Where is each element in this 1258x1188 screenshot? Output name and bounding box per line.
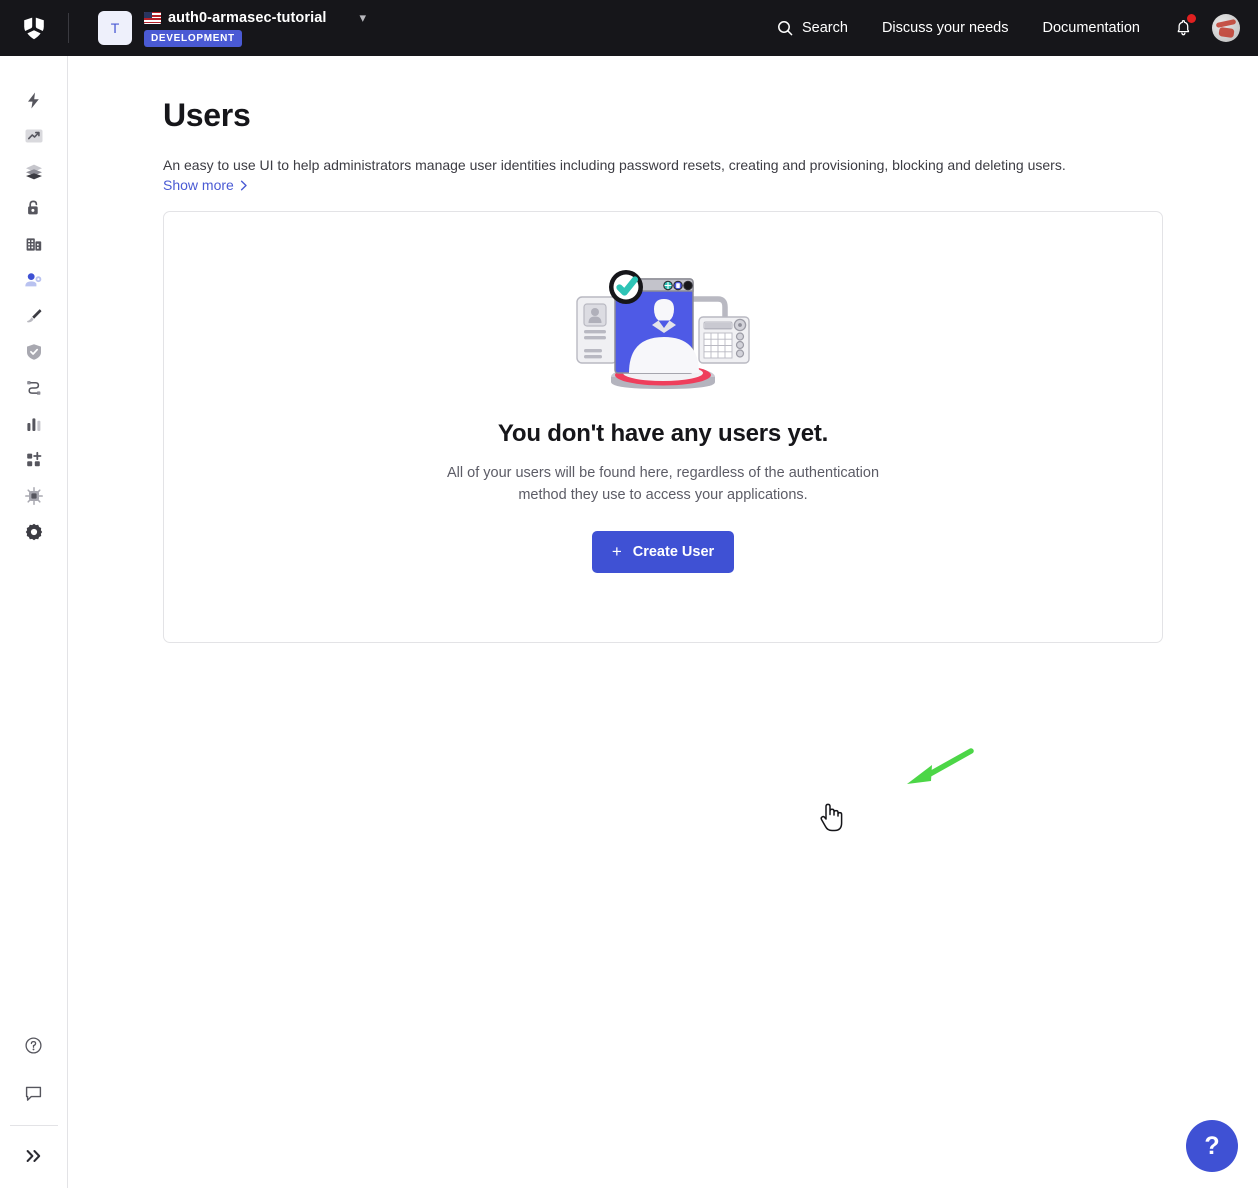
unlock-icon bbox=[27, 200, 38, 215]
empty-state-subtitle: All of your users will be found here, re… bbox=[446, 465, 880, 504]
topbar-nav: Search Discuss your needs Documentation bbox=[760, 0, 1258, 56]
main-content: Users An easy to use UI to help administ… bbox=[69, 56, 1258, 1188]
discuss-your-needs-link[interactable]: Discuss your needs bbox=[865, 0, 1026, 56]
search-button[interactable]: Search bbox=[760, 0, 865, 56]
topbar-divider bbox=[68, 13, 69, 43]
show-more-label: Show more bbox=[163, 177, 234, 193]
bar-chart-icon bbox=[26, 418, 40, 431]
building-icon bbox=[26, 238, 41, 251]
sidebar-item-feedback[interactable] bbox=[0, 1075, 68, 1111]
sidebar-item-security[interactable] bbox=[0, 334, 68, 370]
flow-branch-icon bbox=[26, 381, 40, 395]
chat-bubble-icon bbox=[25, 1086, 42, 1101]
grid-plus-icon bbox=[26, 451, 41, 467]
sidebar-item-getting-started[interactable] bbox=[0, 82, 68, 118]
plus-icon: + bbox=[611, 542, 622, 562]
page-title: Users bbox=[163, 97, 251, 133]
help-circle-icon bbox=[25, 1036, 42, 1054]
shield-check-icon bbox=[26, 344, 41, 360]
notifications-button[interactable] bbox=[1157, 0, 1206, 56]
sidebar-item-extensions[interactable] bbox=[0, 478, 68, 514]
user-management-icon bbox=[25, 272, 42, 286]
notification-badge-dot bbox=[1187, 14, 1196, 23]
users-empty-state-card: You don't have any users yet. All of you… bbox=[163, 211, 1163, 832]
chip-icon bbox=[24, 487, 43, 505]
sidebar-item-user-management[interactable] bbox=[0, 262, 68, 298]
empty-state-title: You don't have any users yet. bbox=[497, 420, 829, 447]
question-mark-icon: ? bbox=[1204, 1131, 1220, 1160]
sidebar-item-applications[interactable] bbox=[0, 154, 68, 190]
green-arrow-annotation bbox=[907, 748, 974, 784]
sidebar-item-monitoring[interactable] bbox=[0, 406, 68, 442]
hand-pointer-cursor bbox=[820, 803, 843, 832]
search-icon bbox=[778, 21, 793, 36]
tenant-avatar: T bbox=[98, 11, 132, 45]
sidebar-item-actions[interactable] bbox=[0, 370, 68, 406]
documentation-link[interactable]: Documentation bbox=[1025, 0, 1157, 56]
sidebar-item-activity[interactable] bbox=[0, 118, 68, 154]
gear-icon bbox=[25, 523, 42, 541]
auth0-logo[interactable] bbox=[0, 0, 68, 56]
lightning-bolt-icon bbox=[28, 92, 39, 108]
activity-chart-icon bbox=[25, 129, 42, 143]
sidebar-item-help[interactable] bbox=[0, 1027, 68, 1063]
sidebar-divider bbox=[9, 1125, 58, 1126]
user-profile-screen-illustration bbox=[576, 270, 750, 389]
create-user-label: Create User bbox=[632, 543, 715, 560]
sidebar-item-branding[interactable] bbox=[0, 298, 68, 334]
tenant-selector[interactable]: T auth0-armasec-tutorial ▾ DEVELOPMENT bbox=[98, 0, 366, 56]
us-flag-icon bbox=[144, 11, 161, 24]
sidebar-expand-button[interactable] bbox=[0, 1138, 68, 1174]
tenant-name: auth0-armasec-tutorial bbox=[168, 9, 327, 26]
environment-badge: DEVELOPMENT bbox=[144, 29, 242, 47]
create-user-button[interactable]: + Create User bbox=[591, 530, 735, 573]
left-sidebar bbox=[0, 56, 68, 1188]
sidebar-item-authentication[interactable] bbox=[0, 190, 68, 226]
chevron-right-icon bbox=[240, 180, 247, 190]
top-bar: T auth0-armasec-tutorial ▾ DEVELOPMENT S… bbox=[0, 0, 1258, 56]
page-description: An easy to use UI to help administrators… bbox=[163, 157, 1066, 173]
double-chevron-right-icon bbox=[26, 1150, 40, 1162]
sidebar-item-organizations[interactable] bbox=[0, 226, 68, 262]
help-fab-button[interactable]: ? bbox=[1186, 1120, 1238, 1172]
user-avatar[interactable] bbox=[1212, 14, 1240, 42]
search-label: Search bbox=[801, 20, 848, 36]
sidebar-item-settings[interactable] bbox=[0, 514, 68, 550]
auth0-logo-icon bbox=[22, 15, 46, 41]
paintbrush-icon bbox=[26, 309, 41, 323]
chevron-down-icon[interactable]: ▾ bbox=[360, 11, 367, 24]
show-more-link[interactable]: Show more bbox=[163, 177, 248, 193]
layers-icon bbox=[25, 164, 42, 180]
sidebar-item-marketplace[interactable] bbox=[0, 442, 68, 478]
